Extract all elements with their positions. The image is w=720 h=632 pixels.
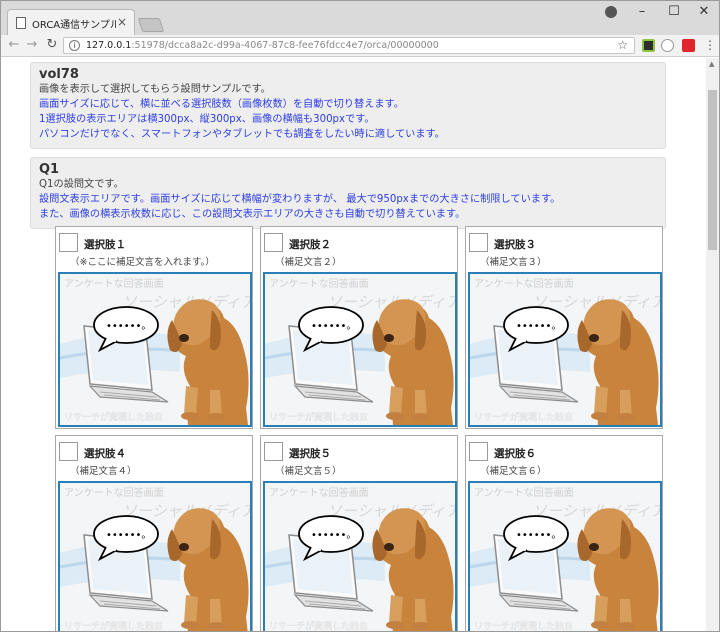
page-icon bbox=[16, 17, 26, 29]
survey-text-line: パソコンだけでなく、スマートフォンやタブレットでも調査をしたい時に適しています。 bbox=[39, 129, 445, 140]
choice-image[interactable]: アンケートな回答画面 ソーシャルメディア ••••••。 リサーチが実現した独自 bbox=[263, 272, 457, 427]
page-viewport: vol78 画像を表示して選択してもらう設問サンプルです。 画面サイズに応じて、… bbox=[1, 58, 719, 632]
svg-text:リサーチが実現した独自: リサーチが実現した独自 bbox=[474, 620, 573, 632]
question-panel: Q1 Q1の設問文です。 設問文表示エリアです。画面サイズに応じて横幅が変わりま… bbox=[30, 157, 666, 229]
browser-toolbar: ← → ↻ i 127.0.0.1:51978/dcca8a2c-d99a-40… bbox=[1, 35, 719, 57]
dog-laptop-image: アンケートな回答画面 ソーシャルメディア ••••••。 リサーチが実現した独自 bbox=[265, 274, 455, 425]
survey-text-line: 1選択肢の表示エリアは横300px、縦300px、画像の横幅も300pxです。 bbox=[39, 114, 375, 125]
choice-note: （補足文言６） bbox=[480, 466, 547, 477]
choice-note: （補足文言５） bbox=[275, 466, 342, 477]
svg-text:リサーチが実現した独自: リサーチが実現した独自 bbox=[269, 411, 368, 423]
svg-text:アンケートな回答画面: アンケートな回答画面 bbox=[64, 277, 164, 290]
extension-icon[interactable] bbox=[661, 39, 674, 52]
minimize-button[interactable]: – bbox=[627, 4, 657, 19]
choice-label: 選択肢４ bbox=[84, 448, 126, 460]
page-content: vol78 画像を表示して選択してもらう設問サンプルです。 画面サイズに応じて、… bbox=[30, 62, 666, 237]
choice-label: 選択肢３ bbox=[494, 239, 536, 251]
choice-label: 選択肢１ bbox=[84, 239, 126, 251]
dog-laptop-image: アンケートな回答画面 ソーシャルメディア ••••••。 リサーチが実現した独自 bbox=[470, 274, 660, 425]
svg-text:••••••。: ••••••。 bbox=[311, 530, 356, 541]
choice-checkbox[interactable] bbox=[469, 233, 488, 252]
choice-checkbox[interactable] bbox=[59, 233, 78, 252]
title-bar: ORCA通信サンプルスペック × – ☐ ✕ bbox=[1, 1, 719, 36]
scrollbar-thumb[interactable] bbox=[708, 90, 717, 250]
reload-icon[interactable]: ↻ bbox=[43, 37, 61, 52]
choice-label: 選択肢５ bbox=[289, 448, 331, 460]
choice-checkbox[interactable] bbox=[469, 442, 488, 461]
profile-icon[interactable] bbox=[605, 6, 617, 18]
svg-text:アンケートな回答画面: アンケートな回答画面 bbox=[269, 486, 369, 499]
menu-icon[interactable]: ⋮ bbox=[704, 38, 716, 52]
browser-tab[interactable]: ORCA通信サンプルスペック × bbox=[7, 9, 135, 36]
question-text-line: また、画像の横表示枚数に応じ、この設問文表示エリアの大きさも自動で切り替えていま… bbox=[39, 209, 466, 220]
dog-laptop-image: アンケートな回答画面 ソーシャルメディア ••••••。 リサーチが実現した独自 bbox=[60, 274, 250, 425]
choice-image[interactable]: アンケートな回答画面 ソーシャルメディア ••••••。 リサーチが実現した独自 bbox=[58, 272, 252, 427]
svg-text:••••••。: ••••••。 bbox=[311, 321, 356, 332]
address-bar[interactable]: i 127.0.0.1:51978/dcca8a2c-d99a-4067-87c… bbox=[63, 37, 635, 54]
choice-label: 選択肢６ bbox=[494, 448, 536, 460]
question-text-line: Q1の設問文です。 bbox=[39, 179, 124, 190]
dog-laptop-image: アンケートな回答画面 ソーシャルメディア ••••••。 リサーチが実現した独自 bbox=[470, 483, 660, 632]
extension-icon[interactable] bbox=[642, 39, 655, 52]
dog-laptop-image: アンケートな回答画面 ソーシャルメディア ••••••。 リサーチが実現した独自 bbox=[265, 483, 455, 632]
extension-icon[interactable] bbox=[682, 39, 695, 52]
choice-card[interactable]: 選択肢２ （補足文言２） アンケートな回答画面 ソーシャルメディア ••••••… bbox=[260, 226, 458, 429]
choice-checkbox[interactable] bbox=[59, 442, 78, 461]
choice-card[interactable]: 選択肢１ （※ここに補足文言を入れます。） アンケートな回答画面 ソーシャルメデ… bbox=[55, 226, 253, 429]
svg-text:アンケートな回答画面: アンケートな回答画面 bbox=[269, 277, 369, 290]
svg-text:リサーチが実現した独自: リサーチが実現した独自 bbox=[269, 620, 368, 632]
choice-note: （※ここに補足文言を入れます。） bbox=[70, 257, 215, 268]
svg-text:リサーチが実現した独自: リサーチが実現した独自 bbox=[64, 411, 163, 423]
choice-card[interactable]: 選択肢５ （補足文言５） アンケートな回答画面 ソーシャルメディア ••••••… bbox=[260, 435, 458, 632]
star-icon[interactable]: ☆ bbox=[617, 38, 628, 52]
svg-text:••••••。: ••••••。 bbox=[106, 321, 151, 332]
choice-note: （補足文言３） bbox=[480, 257, 547, 268]
url-text: 127.0.0.1:51978/dcca8a2c-d99a-4067-87c8-… bbox=[86, 40, 439, 51]
back-arrow-icon[interactable]: ← bbox=[5, 37, 23, 52]
choice-image[interactable]: アンケートな回答画面 ソーシャルメディア ••••••。 リサーチが実現した独自 bbox=[263, 481, 457, 632]
svg-text:••••••。: ••••••。 bbox=[106, 530, 151, 541]
scroll-up-icon[interactable]: ▲ bbox=[709, 60, 714, 68]
choice-label: 選択肢２ bbox=[289, 239, 331, 251]
choice-card[interactable]: 選択肢３ （補足文言３） アンケートな回答画面 ソーシャルメディア ••••••… bbox=[465, 226, 663, 429]
choice-checkbox[interactable] bbox=[264, 233, 283, 252]
survey-text-line: 画面サイズに応じて、横に並べる選択肢数（画像枚数）を自動で切り替えます。 bbox=[39, 99, 404, 110]
info-icon[interactable]: i bbox=[69, 40, 80, 51]
choice-card[interactable]: 選択肢６ （補足文言６） アンケートな回答画面 ソーシャルメディア ••••••… bbox=[465, 435, 663, 632]
svg-text:アンケートな回答画面: アンケートな回答画面 bbox=[474, 277, 574, 290]
new-tab-button[interactable] bbox=[137, 18, 165, 32]
survey-title: vol78 bbox=[39, 67, 79, 82]
choice-image[interactable]: アンケートな回答画面 ソーシャルメディア ••••••。 リサーチが実現した独自 bbox=[468, 272, 662, 427]
question-text-line: 設問文表示エリアです。画面サイズに応じて横幅が変わりますが、 最大で950pxま… bbox=[39, 194, 561, 205]
svg-text:アンケートな回答画面: アンケートな回答画面 bbox=[474, 486, 574, 499]
choice-note: （補足文言２） bbox=[275, 257, 342, 268]
question-title: Q1 bbox=[39, 162, 60, 177]
vertical-scrollbar[interactable]: ▲ bbox=[706, 58, 719, 631]
survey-text-line: 画像を表示して選択してもらう設問サンプルです。 bbox=[39, 84, 271, 95]
svg-text:••••••。: ••••••。 bbox=[516, 530, 561, 541]
choice-image[interactable]: アンケートな回答画面 ソーシャルメディア ••••••。 リサーチが実現した独自 bbox=[468, 481, 662, 632]
choice-note: （補足文言４） bbox=[70, 466, 137, 477]
svg-text:アンケートな回答画面: アンケートな回答画面 bbox=[64, 486, 164, 499]
choice-card[interactable]: 選択肢４ （補足文言４） アンケートな回答画面 ソーシャルメディア ••••••… bbox=[55, 435, 253, 632]
survey-info-panel: vol78 画像を表示して選択してもらう設問サンプルです。 画面サイズに応じて、… bbox=[30, 62, 666, 149]
svg-text:リサーチが実現した独自: リサーチが実現した独自 bbox=[64, 620, 163, 632]
close-window-button[interactable]: ✕ bbox=[689, 4, 719, 19]
maximize-button[interactable]: ☐ bbox=[659, 4, 689, 19]
choice-image[interactable]: アンケートな回答画面 ソーシャルメディア ••••••。 リサーチが実現した独自 bbox=[58, 481, 252, 632]
tab-title: ORCA通信サンプルスペック bbox=[32, 20, 116, 31]
tab-close-icon[interactable]: × bbox=[117, 15, 127, 29]
forward-arrow-icon[interactable]: → bbox=[23, 37, 41, 52]
choice-checkbox[interactable] bbox=[264, 442, 283, 461]
svg-text:リサーチが実現した独自: リサーチが実現した独自 bbox=[474, 411, 573, 423]
dog-laptop-image: アンケートな回答画面 ソーシャルメディア ••••••。 リサーチが実現した独自 bbox=[60, 483, 250, 632]
browser-window: ORCA通信サンプルスペック × – ☐ ✕ ← → ↻ i 127.0.0.1… bbox=[0, 0, 720, 632]
svg-text:••••••。: ••••••。 bbox=[516, 321, 561, 332]
